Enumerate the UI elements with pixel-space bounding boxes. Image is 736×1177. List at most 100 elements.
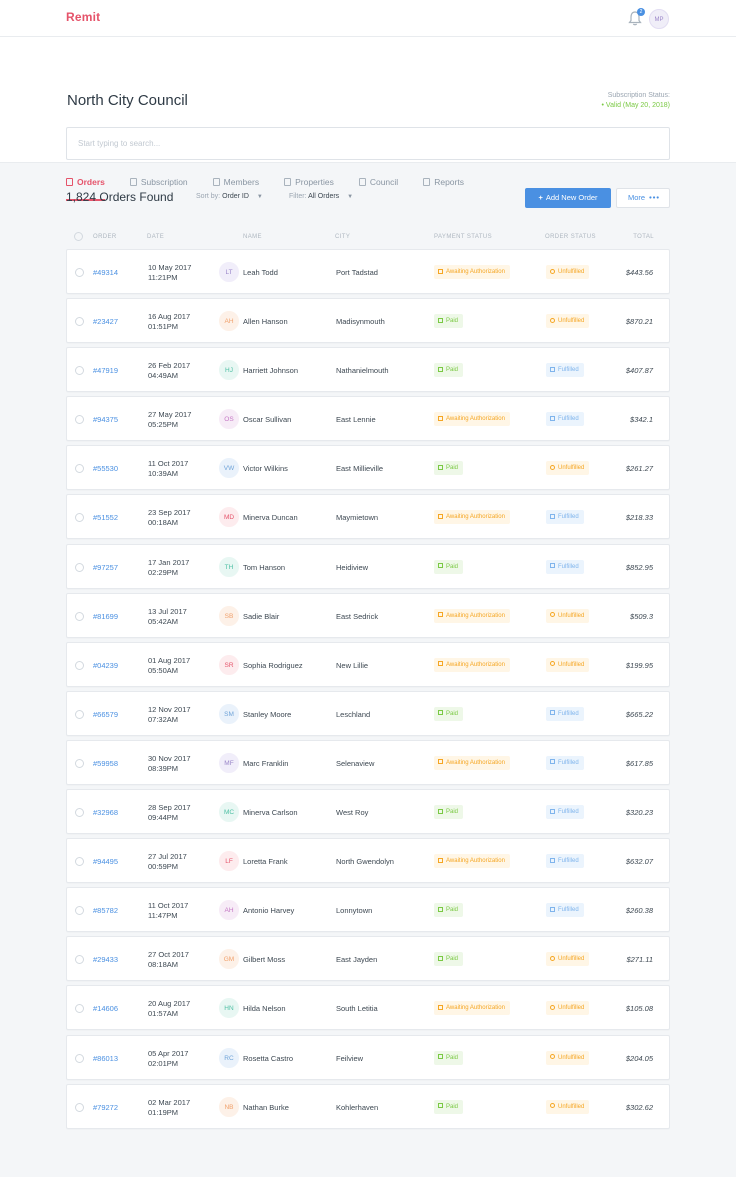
row-checkbox[interactable] [75, 1102, 84, 1112]
row-checkbox[interactable] [75, 317, 84, 327]
column-header-name[interactable]: NAME [243, 234, 262, 240]
payment-status-label: Awaiting Authorization [446, 514, 505, 521]
row-checkbox[interactable] [75, 758, 84, 768]
customer-name: Nathan Burke [243, 1102, 289, 1112]
column-header-city[interactable]: CITY [335, 234, 350, 240]
row-checkbox[interactable] [75, 562, 84, 572]
table-row[interactable]: #49314 10 May 2017 11:21PM LT Leah Todd Port … [66, 249, 670, 294]
table-row[interactable]: #97257 17 Jan 2017 02:29PM TH Tom Hanson Heid… [66, 543, 670, 589]
tab-properties[interactable]: Properties [284, 176, 334, 188]
table-row[interactable]: #29433 27 Oct 2017 08:18AM GM Gilbert Moss Ea… [66, 936, 670, 982]
order-id-link[interactable]: #14606 [93, 1004, 118, 1013]
row-checkbox[interactable] [75, 513, 84, 523]
tab-reports[interactable]: Reports [423, 176, 464, 188]
order-id-link[interactable]: #59958 [93, 759, 118, 768]
table-row[interactable]: #32968 28 Sep 2017 09:44PM MC Minerva Carlso… [66, 789, 670, 835]
document-icon [550, 415, 555, 421]
order-id-link[interactable]: #94375 [93, 415, 118, 424]
row-checkbox[interactable] [75, 857, 84, 867]
table-row[interactable]: #66579 12 Nov 2017 07:32AM SM Stanley Moore L… [66, 690, 670, 736]
table-row[interactable]: #04239 01 Aug 2017 05:50AM SR Sophia Rodrigu… [66, 641, 670, 687]
row-checkbox[interactable] [75, 808, 84, 818]
search-input[interactable] [66, 127, 670, 160]
table-row[interactable]: #94375 27 May 2017 05:25PM OS Oscar Sullivan… [66, 396, 670, 442]
table-row[interactable]: #23427 16 Aug 2017 01:51PM AH Allen Hanson Ma… [66, 298, 670, 344]
table-row[interactable]: #59958 30 Nov 2017 08:39PM MF Marc Franklin S… [66, 739, 670, 785]
customer-city: North Gwendolyn [336, 857, 394, 867]
order-id-link[interactable]: #47919 [93, 366, 118, 375]
customer-name: Harriett Johnson [243, 366, 299, 376]
row-checkbox[interactable] [75, 268, 84, 277]
order-id-link[interactable]: #86013 [93, 1054, 118, 1063]
row-checkbox[interactable] [75, 906, 84, 916]
row-checkbox[interactable] [75, 464, 84, 474]
tab-members[interactable]: Members [212, 176, 259, 188]
add-new-order-button[interactable]: + Add New Order [525, 188, 611, 208]
column-header-date[interactable]: DATE [147, 234, 164, 240]
tab-subscription[interactable]: Subscription [129, 176, 188, 188]
table-row[interactable]: #79272 02 Mar 2017 01:19PM NB Nathan Burke Ko… [66, 1083, 670, 1129]
table-row[interactable]: #51552 23 Sep 2017 00:18AM MD Minerva Duncan… [66, 494, 670, 540]
customer-city: Nathanielmouth [336, 366, 389, 376]
order-id-link[interactable]: #29433 [93, 955, 118, 964]
table-row[interactable]: #14606 20 Aug 2017 01:57AM HN Hilda Nelson So… [66, 985, 670, 1031]
user-avatar[interactable]: MP [649, 9, 669, 29]
column-header-payment-status[interactable]: PAYMENT STATUS [434, 234, 492, 240]
sort-dropdown[interactable]: Sort by: Order ID ▼ [196, 193, 263, 200]
order-date: 17 Jan 2017 02:29PM [148, 558, 189, 578]
document-icon [550, 563, 555, 569]
order-status-badge: Fulfilled [546, 510, 584, 525]
customer-name: Allen Hanson [243, 317, 288, 327]
payment-status-badge: Paid [434, 461, 464, 476]
order-status-label: Fulfilled [558, 514, 579, 521]
app-logo[interactable]: Remit [66, 10, 100, 24]
column-header-total[interactable]: TOTAL [633, 234, 654, 240]
row-checkbox[interactable] [75, 611, 84, 621]
row-checkbox[interactable] [75, 660, 84, 670]
order-status-label: Fulfilled [558, 367, 579, 374]
column-header-order[interactable]: ORDER [93, 234, 117, 240]
payment-status-label: Paid [446, 318, 459, 325]
table-row[interactable]: #47919 26 Feb 2017 04:49AM HJ Harriett Johns… [66, 347, 670, 393]
table-row[interactable]: #94495 27 Jul 2017 00:59PM LF Loretta Frank N… [66, 838, 670, 884]
row-checkbox[interactable] [75, 1053, 84, 1063]
row-checkbox[interactable] [75, 955, 84, 965]
select-all-checkbox[interactable] [74, 232, 83, 241]
row-checkbox[interactable] [75, 709, 84, 719]
column-header-order-status[interactable]: ORDER STATUS [545, 234, 596, 240]
tab-orders[interactable]: Orders [66, 176, 105, 201]
table-row[interactable]: #86013 05 Apr 2017 02:01PM RC Rosetta Castro… [66, 1034, 670, 1080]
order-date: 12 Nov 2017 07:32AM [148, 705, 191, 725]
order-id-link[interactable]: #04239 [93, 661, 118, 670]
payment-status-label: Awaiting Authorization [446, 661, 505, 668]
row-checkbox[interactable] [75, 366, 84, 376]
tab-council[interactable]: Council [358, 176, 398, 188]
row-checkbox[interactable] [75, 415, 84, 425]
avatar: AH [219, 311, 239, 332]
more-button[interactable]: More ••• [616, 188, 670, 208]
paid-icon [438, 1103, 443, 1109]
order-id-link[interactable]: #85782 [93, 906, 118, 915]
table-row[interactable]: #81699 13 Jul 2017 05:42AM SB Sadie Blair Eas… [66, 592, 670, 638]
row-checkbox[interactable] [75, 1004, 84, 1014]
payment-status-label: Awaiting Authorization [446, 759, 505, 766]
order-id-link[interactable]: #55530 [93, 464, 118, 473]
payment-status-badge: Paid [434, 1050, 464, 1065]
order-date-day: 30 Nov 2017 [148, 753, 191, 763]
order-status-label: Unfulfilled [558, 465, 585, 472]
order-id-link[interactable]: #79272 [93, 1103, 118, 1112]
order-id-link[interactable]: #97257 [93, 563, 118, 572]
avatar: MF [219, 752, 239, 773]
filter-dropdown[interactable]: Filter: All Orders ▼ [289, 193, 353, 200]
order-id-link[interactable]: #81699 [93, 612, 118, 621]
order-status-badge: Unfulfilled [546, 657, 590, 672]
order-id-link[interactable]: #94495 [93, 857, 118, 866]
order-id-link[interactable]: #66579 [93, 710, 118, 719]
order-id-link[interactable]: #51552 [93, 513, 118, 522]
table-row[interactable]: #85782 11 Oct 2017 11:47PM AH Antonio Harvey… [66, 887, 670, 933]
order-id-link[interactable]: #49314 [93, 268, 118, 277]
order-id-link[interactable]: #32968 [93, 808, 118, 817]
table-header: ORDER DATE NAME CITY PAYMENT STATUS ORDE… [66, 231, 670, 243]
table-row[interactable]: #55530 11 Oct 2017 10:39AM VW Victor Wilkins… [66, 445, 670, 491]
order-id-link[interactable]: #23427 [93, 317, 118, 326]
